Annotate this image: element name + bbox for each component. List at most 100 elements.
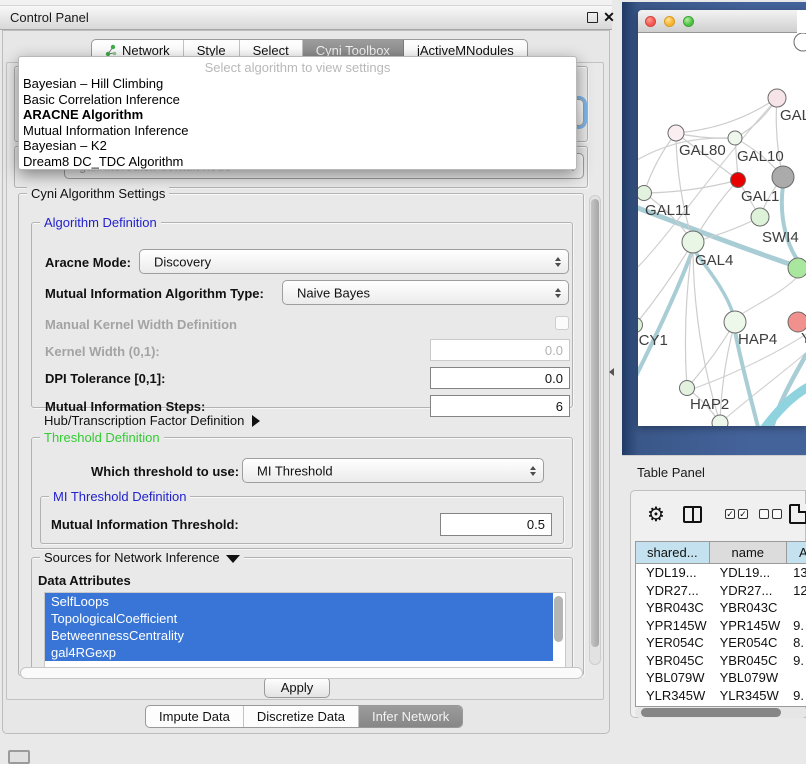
network-node-gcy1[interactable] bbox=[638, 318, 643, 333]
network-node[interactable] bbox=[794, 33, 806, 51]
mi-threshold-field[interactable]: 0.5 bbox=[440, 513, 552, 536]
algorithm-popup-placeholder: Select algorithm to view settings bbox=[19, 57, 576, 76]
data-attributes-list[interactable]: SelfLoopsTopologicalCoefficientBetweenne… bbox=[44, 592, 566, 670]
mi-algorithm-type-combo[interactable]: Naive Bayes bbox=[282, 280, 569, 305]
which-threshold-label: Which threshold to use: bbox=[91, 464, 239, 479]
which-threshold-combo[interactable]: MI Threshold bbox=[242, 458, 544, 483]
table-row[interactable]: YDL19...YDL19...13 bbox=[636, 564, 806, 582]
table-cell: YER054C bbox=[710, 634, 788, 652]
network-window[interactable]: GALGAL80GAL10GAL1GAL11GAL4SWI4GCY1HAP4YH… bbox=[638, 10, 806, 426]
network-node[interactable] bbox=[772, 166, 794, 188]
settings-horizontal-scrollbar[interactable] bbox=[20, 667, 583, 679]
bottom-tab-impute-data-label: Impute Data bbox=[159, 706, 230, 727]
table-cell: YBR043C bbox=[636, 599, 710, 617]
algorithm-option-aracne-algorithm[interactable]: ARACNE Algorithm bbox=[19, 107, 576, 123]
adjacent-window-edge bbox=[797, 10, 806, 33]
attribute-gal4rgexp[interactable]: gal4RGexp bbox=[45, 644, 553, 661]
network-canvas[interactable]: GALGAL80GAL10GAL1GAL11GAL4SWI4GCY1HAP4YH… bbox=[638, 33, 806, 426]
network-node-hap2[interactable] bbox=[680, 381, 695, 396]
expand-right-icon[interactable] bbox=[252, 415, 260, 427]
hub-definition-section[interactable]: Hub/Transcription Factor Definition bbox=[44, 413, 260, 428]
column-header-a[interactable]: A bbox=[787, 542, 806, 563]
mi-steps-field[interactable]: 6 bbox=[430, 395, 570, 417]
hub-definition-label: Hub/Transcription Factor Definition bbox=[44, 413, 244, 428]
table-row[interactable]: YBL079WYBL079W bbox=[636, 669, 806, 687]
zoom-traffic-light-icon[interactable] bbox=[683, 16, 694, 27]
node-label-hap2: HAP2 bbox=[690, 396, 729, 413]
algorithm-option-bayesian-k2[interactable]: Bayesian – K2 bbox=[19, 138, 576, 154]
network-node-hap4[interactable] bbox=[724, 311, 746, 333]
algorithm-definition-groupbox: Algorithm Definition Aracne Mode: Discov… bbox=[31, 222, 573, 408]
attribute-betweennesscentrality[interactable]: BetweennessCentrality bbox=[45, 627, 553, 644]
deselect-all-columns-icon[interactable] bbox=[759, 509, 782, 519]
table-cell: YBL079W bbox=[710, 669, 788, 687]
close-traffic-light-icon[interactable] bbox=[645, 16, 656, 27]
network-node-gal11[interactable] bbox=[638, 186, 652, 201]
close-icon[interactable]: ✕ bbox=[602, 9, 616, 25]
settings-scrollbar-thumb[interactable] bbox=[591, 199, 599, 647]
aracne-mode-combo[interactable]: Discovery bbox=[139, 249, 569, 274]
manual-kernel-checkbox[interactable] bbox=[555, 316, 569, 330]
bottom-tab-infer-network[interactable]: Infer Network bbox=[359, 706, 462, 727]
gear-icon[interactable]: ⚙ bbox=[647, 503, 665, 527]
splitter-collapse-icon[interactable] bbox=[609, 368, 614, 376]
table-cell: YLR345W bbox=[636, 687, 710, 705]
table-cell: YBR045C bbox=[710, 652, 788, 670]
minimize-traffic-light-icon[interactable] bbox=[664, 16, 675, 27]
float-window-icon[interactable] bbox=[587, 12, 598, 23]
attribute-selfloops[interactable]: SelfLoops bbox=[45, 593, 553, 610]
table-row[interactable]: YER054CYER054C8. bbox=[636, 634, 806, 652]
attributes-scrollbar[interactable] bbox=[554, 596, 563, 642]
dpi-tolerance-field[interactable]: 0.0 bbox=[430, 367, 570, 389]
table-scrollbar-thumb[interactable] bbox=[641, 708, 781, 717]
algorithm-option-basic-correlation-inference[interactable]: Basic Correlation Inference bbox=[19, 92, 576, 108]
table-cell: 9. bbox=[787, 652, 806, 670]
table-cell: YPR145W bbox=[636, 617, 710, 635]
network-node-swi4[interactable] bbox=[788, 258, 806, 278]
table-row[interactable]: YLR345WYLR345W9. bbox=[636, 687, 806, 705]
network-node-gal1[interactable] bbox=[751, 208, 769, 226]
bottom-tab-bar: Impute Data Discretize DataInfer Network bbox=[145, 705, 463, 728]
network-edge bbox=[638, 249, 693, 388]
algorithm-option-bayesian-hill-climbing[interactable]: Bayesian – Hill Climbing bbox=[19, 76, 576, 92]
table-row[interactable]: YDR27...YDR27...12 bbox=[636, 582, 806, 600]
algorithm-definition-title: Algorithm Definition bbox=[40, 215, 161, 230]
network-node[interactable] bbox=[731, 173, 746, 188]
network-node-gal10[interactable] bbox=[728, 131, 742, 145]
import-table-icon[interactable] bbox=[789, 504, 806, 524]
network-node[interactable] bbox=[712, 415, 728, 426]
column-header-shared[interactable]: shared... bbox=[636, 542, 710, 563]
attribute-topologicalcoefficient[interactable]: TopologicalCoefficient bbox=[45, 610, 553, 627]
network-node-y[interactable] bbox=[788, 312, 806, 332]
apply-button-label: Apply bbox=[281, 680, 314, 695]
bottom-tab-impute-data[interactable]: Impute Data bbox=[146, 706, 244, 727]
algorithm-option-dream8-dc-tdc-algorithm[interactable]: Dream8 DC_TDC Algorithm bbox=[19, 154, 576, 170]
kernel-width-field[interactable]: 0.0 bbox=[430, 339, 570, 361]
dpi-tolerance-value: 0.0 bbox=[545, 371, 563, 386]
network-node-gal[interactable] bbox=[768, 89, 786, 107]
column-header-name[interactable]: name bbox=[710, 542, 788, 563]
node-label-gcy1: GCY1 bbox=[638, 332, 668, 349]
apply-button[interactable]: Apply bbox=[264, 677, 330, 698]
table-row[interactable]: YBR045CYBR045C9. bbox=[636, 652, 806, 670]
select-all-columns-icon[interactable]: ✓✓ bbox=[725, 509, 748, 519]
algorithm-option-mutual-information-inference[interactable]: Mutual Information Inference bbox=[19, 123, 576, 139]
node-table: shared...nameA YDL19...YDL19...13YDR27..… bbox=[635, 541, 806, 707]
network-node-gal80[interactable] bbox=[668, 125, 684, 141]
settings-vertical-scrollbar[interactable] bbox=[589, 195, 601, 665]
mi-steps-value: 6 bbox=[556, 399, 563, 414]
table-horizontal-scrollbar[interactable] bbox=[635, 707, 806, 718]
table-row[interactable]: YPR145WYPR145W9. bbox=[636, 617, 806, 635]
network-window-titlebar[interactable] bbox=[638, 10, 797, 33]
columns-icon[interactable] bbox=[683, 506, 702, 523]
algorithm-dropdown-popup: Select algorithm to view settings Bayesi… bbox=[18, 56, 577, 170]
node-label-gal4: GAL4 bbox=[695, 252, 733, 269]
network-node-gal4[interactable] bbox=[682, 231, 704, 253]
table-cell: YBR045C bbox=[636, 652, 710, 670]
table-row[interactable]: YBR043CYBR043C bbox=[636, 599, 806, 617]
bottom-tab-discretize-data[interactable]: Discretize Data bbox=[244, 706, 359, 727]
kernel-width-label: Kernel Width (0,1): bbox=[45, 344, 160, 359]
collapse-down-icon[interactable] bbox=[226, 555, 240, 563]
sources-title[interactable]: Sources for Network Inference bbox=[40, 550, 244, 565]
table-cell: YDL19... bbox=[636, 564, 710, 582]
